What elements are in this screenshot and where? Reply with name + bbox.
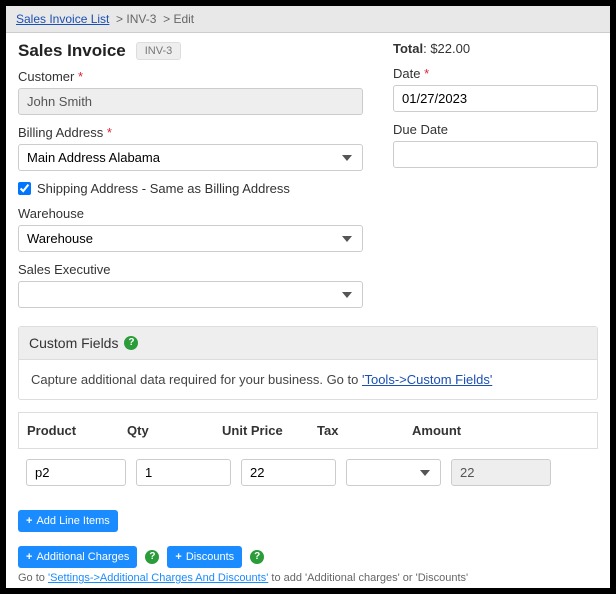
plus-icon: + <box>175 551 181 563</box>
breadcrumb-mid: INV-3 <box>126 12 156 26</box>
charges-hint: Go to 'Settings->Additional Charges And … <box>18 572 598 584</box>
add-line-items-button[interactable]: + Add Line Items <box>18 510 118 532</box>
col-qty: Qty <box>127 423 222 438</box>
due-date-input[interactable] <box>393 141 598 168</box>
help-icon[interactable]: ? <box>145 550 159 564</box>
page-title: Sales Invoice <box>18 41 126 61</box>
total-label: Total <box>393 41 423 56</box>
date-label: Date <box>393 66 598 81</box>
warehouse-select[interactable]: Warehouse <box>18 225 363 252</box>
warehouse-label: Warehouse <box>18 206 363 221</box>
custom-fields-link[interactable]: 'Tools->Custom Fields' <box>362 372 492 387</box>
discounts-button[interactable]: + Discounts <box>167 546 242 568</box>
breadcrumb-root-link[interactable]: Sales Invoice List <box>16 12 109 26</box>
billing-select[interactable]: Main Address Alabama <box>18 144 363 171</box>
line-qty-input[interactable] <box>136 459 231 486</box>
col-amount: Amount <box>412 423 512 438</box>
line-tax-select[interactable] <box>346 459 441 486</box>
charges-hint-link[interactable]: 'Settings->Additional Charges And Discou… <box>48 572 268 584</box>
custom-fields-section: Custom Fields ? Capture additional data … <box>18 326 598 400</box>
line-unit-price-input[interactable] <box>241 459 336 486</box>
total-value: $22.00 <box>430 41 470 56</box>
customer-input[interactable] <box>18 88 363 115</box>
line-item-row <box>18 449 598 496</box>
plus-icon: + <box>26 515 32 527</box>
billing-label: Billing Address <box>18 125 363 140</box>
due-date-label: Due Date <box>393 122 598 137</box>
add-line-label: Add Line Items <box>36 515 109 527</box>
breadcrumb-tail: Edit <box>173 12 194 26</box>
shipping-same-label: Shipping Address - Same as Billing Addre… <box>37 181 290 196</box>
col-product: Product <box>27 423 127 438</box>
line-product-input[interactable] <box>26 459 126 486</box>
line-items-header: Product Qty Unit Price Tax Amount <box>18 412 598 449</box>
plus-icon: + <box>26 551 32 563</box>
total-line: Total: $22.00 <box>393 41 598 56</box>
breadcrumb: Sales Invoice List > INV-3 > Edit <box>6 6 610 33</box>
help-icon[interactable]: ? <box>250 550 264 564</box>
date-input[interactable] <box>393 85 598 112</box>
invoice-tag: INV-3 <box>136 42 182 60</box>
custom-fields-title: Custom Fields <box>29 335 118 351</box>
sales-exec-select[interactable] <box>18 281 363 308</box>
line-amount-input <box>451 459 551 486</box>
col-unit-price: Unit Price <box>222 423 317 438</box>
customer-label: Customer <box>18 69 363 84</box>
help-icon[interactable]: ? <box>124 336 138 350</box>
additional-charges-button[interactable]: + Additional Charges <box>18 546 137 568</box>
discounts-label: Discounts <box>186 551 234 563</box>
shipping-same-checkbox[interactable] <box>18 182 31 195</box>
additional-charges-label: Additional Charges <box>36 551 129 563</box>
col-tax: Tax <box>317 423 412 438</box>
sales-exec-label: Sales Executive <box>18 262 363 277</box>
custom-fields-text: Capture additional data required for you… <box>31 372 362 387</box>
